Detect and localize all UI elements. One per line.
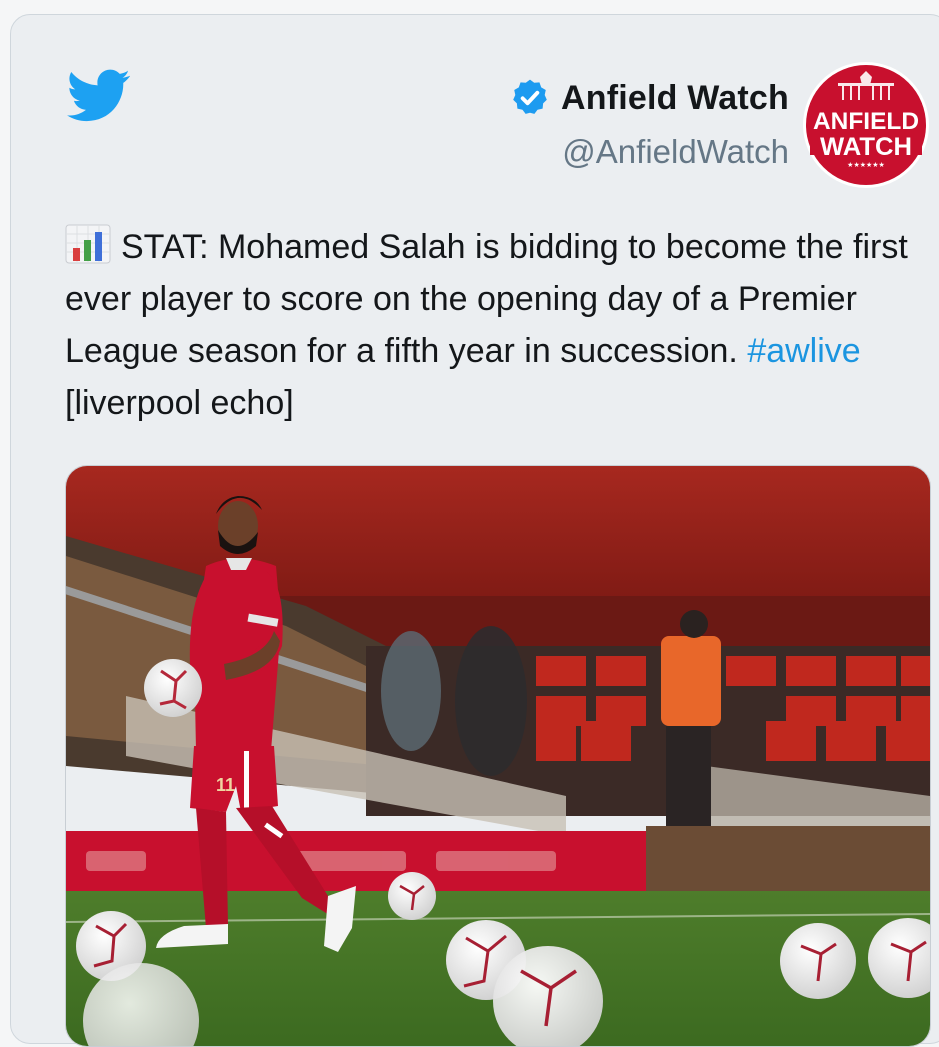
author-handle[interactable]: @AnfieldWatch [509,133,789,171]
bar-chart-icon [65,224,111,264]
avatar-stars: ★★★★★★ [847,161,885,169]
avatar[interactable]: ANFIELD WATCH ★★★★★★ [802,61,930,189]
tweet-text: STAT: Mohamed Salah is bidding to become… [65,221,925,429]
tweet-source: [liverpool echo] [65,384,294,422]
hashtag-link[interactable]: #awlive [747,332,860,370]
author-name[interactable]: Anfield Watch [561,79,789,118]
twitter-bird-icon[interactable] [67,69,131,123]
verified-badge-icon [513,79,547,114]
tweet-card[interactable]: Anfield Watch @AnfieldWatch ANFIELD WATC… [10,14,939,1047]
tweet-photo[interactable]: 11 [65,465,931,1047]
photo-scene: 11 [66,466,930,1046]
shirt-number: 11 [216,775,235,795]
tweet-author[interactable]: Anfield Watch @AnfieldWatch [509,77,789,171]
avatar-line-2: WATCH [820,133,912,161]
avatar-line-1: ANFIELD [813,108,919,135]
